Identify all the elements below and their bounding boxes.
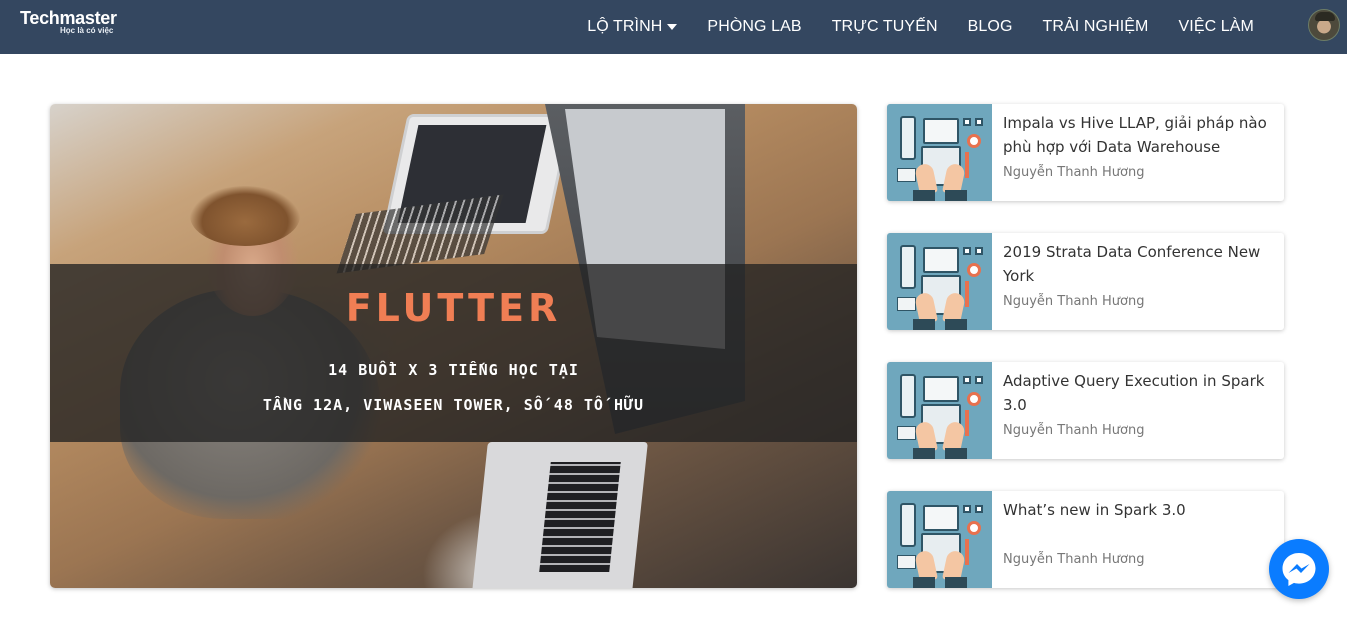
site-logo[interactable]: Techmaster Học là có việc	[20, 8, 117, 35]
nav-item-blog[interactable]: BLOG	[968, 18, 1013, 36]
logo-text: Techmaster	[20, 8, 117, 28]
post-thumbnail	[887, 491, 992, 588]
nav-item-label: TRỰC TUYẾN	[831, 18, 938, 35]
post-author: Nguyễn Thanh Hương	[1003, 423, 1145, 438]
hero-banner[interactable]: FLUTTER 14 BUỔI X 3 TIẾNG HỌC TẠI TẦNG 1…	[50, 104, 857, 588]
main-nav: LỘ TRÌNH PHÒNG LAB TRỰC TUYẾN BLOG TRẢI …	[557, 0, 1254, 54]
nav-item-truc-tuyen[interactable]: TRỰC TUYẾN	[832, 18, 938, 36]
hero-subtitle-line1: 14 BUỔI X 3 TIẾNG HỌC TẠI	[328, 361, 579, 379]
post-title[interactable]: 2019 Strata Data Conference New York	[1003, 240, 1273, 288]
post-author: Nguyễn Thanh Hương	[1003, 294, 1145, 309]
messenger-chat-button[interactable]	[1269, 539, 1329, 599]
post-title[interactable]: Impala vs Hive LLAP, giải pháp nào phù h…	[1003, 111, 1273, 159]
post-author: Nguyễn Thanh Hương	[1003, 552, 1145, 567]
nav-item-lo-trinh[interactable]: LỘ TRÌNH	[587, 18, 678, 36]
chevron-down-icon	[667, 24, 678, 30]
post-thumbnail	[887, 362, 992, 459]
post-title[interactable]: Adaptive Query Execution in Spark 3.0	[1003, 369, 1273, 417]
post-thumbnail	[887, 233, 992, 330]
blog-post-card[interactable]: 2019 Strata Data Conference New York Ngu…	[887, 233, 1284, 330]
nav-item-label: VIỆC LÀM	[1178, 18, 1254, 35]
hero-laptop2-graphic	[472, 442, 648, 588]
top-navbar: Techmaster Học là có việc LỘ TRÌNH PHÒNG…	[0, 0, 1347, 54]
blog-post-card[interactable]: Impala vs Hive LLAP, giải pháp nào phù h…	[887, 104, 1284, 201]
hero-person-hair-graphic	[190, 186, 300, 246]
nav-item-label: LỘ TRÌNH	[587, 18, 663, 35]
blog-post-card[interactable]: What’s new in Spark 3.0 Nguyễn Thanh Hươ…	[887, 491, 1284, 588]
user-avatar[interactable]	[1308, 9, 1340, 41]
post-thumbnail	[887, 104, 992, 201]
messenger-icon	[1282, 553, 1316, 586]
nav-item-phong-lab[interactable]: PHÒNG LAB	[707, 18, 801, 36]
hero-subtitle-line2: TẦNG 12A, VIWASEEN TOWER, SỐ 48 TỐ HỮU	[262, 396, 645, 414]
post-author: Nguyễn Thanh Hương	[1003, 165, 1145, 180]
nav-item-trai-nghiem[interactable]: TRẢI NGHIỆM	[1043, 18, 1149, 36]
hero-title: FLUTTER	[345, 286, 562, 330]
nav-item-label: PHÒNG LAB	[707, 18, 802, 35]
nav-item-label: BLOG	[967, 18, 1013, 35]
nav-item-viec-lam[interactable]: VIỆC LÀM	[1179, 18, 1255, 36]
logo-tagline: Học là có việc	[60, 26, 114, 35]
post-title[interactable]: What’s new in Spark 3.0	[1003, 498, 1273, 522]
nav-item-label: TRẢI NGHIỆM	[1042, 18, 1149, 35]
hero-keyboard-graphic	[336, 194, 504, 274]
blog-post-card[interactable]: Adaptive Query Execution in Spark 3.0 Ng…	[887, 362, 1284, 459]
